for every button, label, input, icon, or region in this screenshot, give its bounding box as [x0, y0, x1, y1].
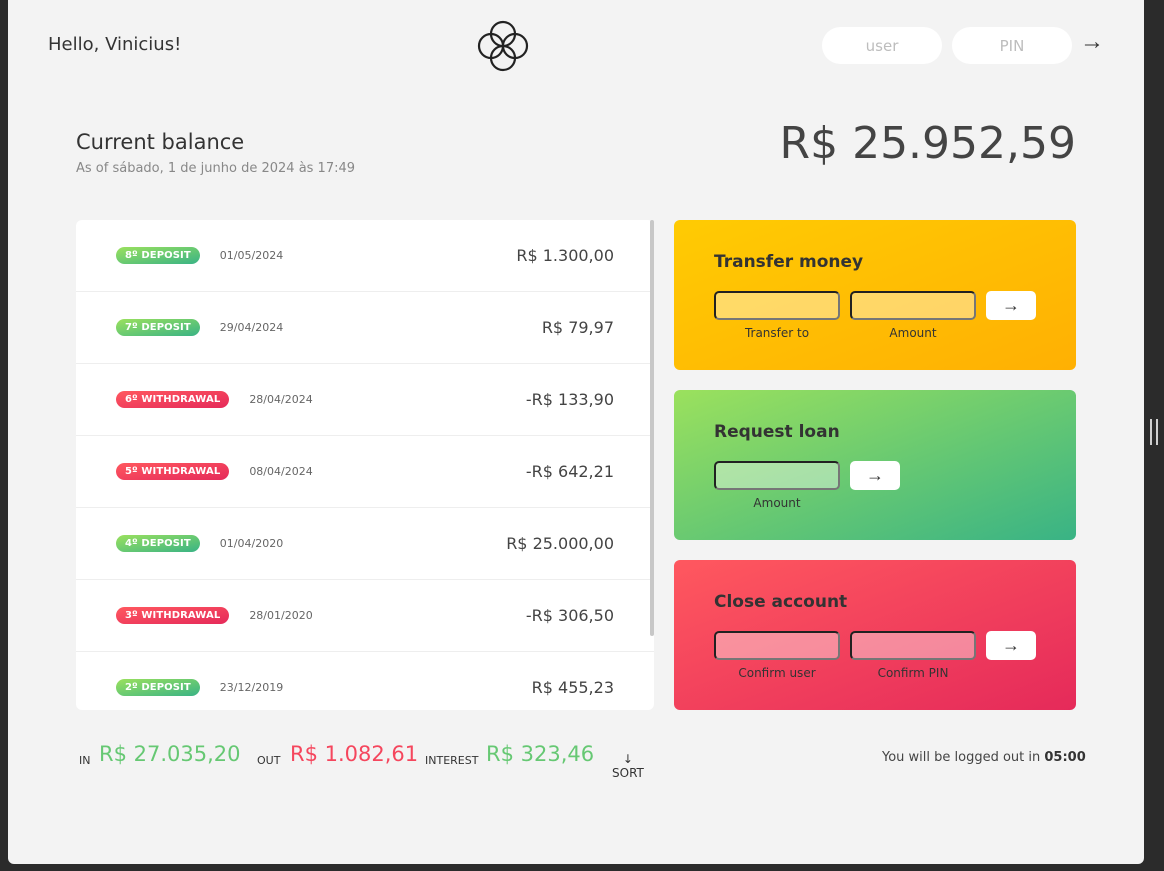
movement-date: 01/05/2024: [219, 249, 284, 262]
transfer-title: Transfer money: [714, 252, 864, 272]
movement-row: 6º WITHDRAWAL 28/04/2024 -R$ 133,90: [76, 364, 654, 436]
movement-value: R$ 79,97: [541, 318, 614, 337]
logout-text: You will be logged out in: [882, 750, 1041, 765]
close-title: Close account: [714, 592, 848, 612]
movement-type-badge: 4º DEPOSIT: [116, 535, 200, 552]
balance-label: Current balance: [76, 130, 245, 154]
arrow-right-icon: →: [1002, 635, 1020, 655]
movement-row: 4º DEPOSIT 01/04/2020 R$ 25.000,00: [76, 508, 654, 580]
movement-date: 28/04/2024: [249, 393, 313, 406]
movement-type-badge: 3º WITHDRAWAL: [116, 607, 230, 624]
movement-date: 29/04/2024: [219, 321, 284, 334]
movement-row: 3º WITHDRAWAL 28/01/2020 -R$ 306,50: [76, 580, 654, 652]
summary-out-label: Out: [257, 754, 281, 767]
movement-value: -R$ 133,90: [525, 390, 614, 409]
summary-interest-label: Interest: [425, 754, 479, 767]
movement-date: 23/12/2019: [219, 681, 284, 694]
movement-type-badge: 8º DEPOSIT: [116, 247, 200, 264]
movement-row: 5º WITHDRAWAL 08/04/2024 -R$ 642,21: [76, 436, 654, 508]
movement-type-badge: 7º DEPOSIT: [116, 319, 200, 336]
summary-in-value: R$ 27.035,20: [99, 742, 241, 766]
movement-row: 8º DEPOSIT 01/05/2024 R$ 1.300,00: [76, 220, 654, 292]
welcome-message: Hello, Vinicius!: [48, 34, 182, 55]
movement-date: 28/01/2020: [249, 609, 313, 622]
movement-type-badge: 6º WITHDRAWAL: [116, 391, 230, 408]
movement-type-badge: 5º WITHDRAWAL: [116, 463, 230, 480]
transfer-button[interactable]: →: [986, 291, 1036, 320]
transfer-to-label: Transfer to: [744, 326, 810, 340]
movement-row: 7º DEPOSIT 29/04/2024 R$ 79,97: [76, 292, 654, 364]
movement-type-badge: 2º DEPOSIT: [116, 679, 200, 696]
arrow-down-icon: ↓: [622, 752, 633, 766]
login-pin-input[interactable]: [952, 27, 1072, 64]
resize-handle[interactable]: [1150, 419, 1158, 445]
movement-date: 08/04/2024: [249, 465, 313, 478]
movement-value: R$ 455,23: [531, 678, 614, 697]
loan-amount-label: Amount: [753, 496, 801, 510]
close-pin-input[interactable]: [850, 631, 976, 660]
logo-icon: [477, 20, 529, 72]
close-card: Close account → Confirm user Confirm PIN: [674, 560, 1076, 710]
summary-in-label: In: [79, 754, 91, 767]
arrow-right-icon: →: [866, 465, 884, 485]
close-user-label: Confirm user: [738, 666, 816, 680]
close-user-input[interactable]: [714, 631, 840, 660]
loan-card: Request loan → Amount: [674, 390, 1076, 540]
movement-value: -R$ 642,21: [525, 462, 614, 481]
logout-time: 05:00: [1044, 750, 1086, 765]
app-window: Hello, Vinicius! → Current balance As of…: [8, 0, 1144, 864]
movements-scrollbar[interactable]: [650, 220, 654, 636]
movement-row: 2º DEPOSIT 23/12/2019 R$ 455,23: [76, 652, 654, 710]
close-button[interactable]: →: [986, 631, 1036, 660]
loan-amount-input[interactable]: [714, 461, 840, 490]
transfer-card: Transfer money → Transfer to Amount: [674, 220, 1076, 370]
sort-label: SORT: [612, 766, 644, 780]
close-pin-label: Confirm PIN: [877, 666, 949, 680]
logout-timer: You will be logged out in 05:00: [882, 750, 1086, 765]
login-button[interactable]: →: [1080, 28, 1104, 56]
summary-out-value: R$ 1.082,61: [290, 742, 419, 766]
movements-list: 8º DEPOSIT 01/05/2024 R$ 1.300,00 7º DEP…: [76, 220, 654, 710]
movement-value: -R$ 306,50: [525, 606, 614, 625]
balance-date: As of sábado, 1 de junho de 2024 às 17:4…: [76, 161, 356, 176]
movement-value: R$ 25.000,00: [506, 534, 614, 553]
login-user-input[interactable]: [822, 27, 942, 64]
loan-title: Request loan: [714, 422, 840, 442]
transfer-amount-label: Amount: [889, 326, 937, 340]
transfer-to-input[interactable]: [714, 291, 840, 320]
sort-button[interactable]: ↓ SORT: [612, 752, 644, 780]
movement-date: 01/04/2020: [219, 537, 284, 550]
movement-value: R$ 1.300,00: [516, 246, 614, 265]
arrow-right-icon: →: [1080, 28, 1104, 55]
arrow-right-icon: →: [1002, 295, 1020, 315]
balance-value: R$ 25.952,59: [779, 118, 1076, 169]
transfer-amount-input[interactable]: [850, 291, 976, 320]
loan-button[interactable]: →: [850, 461, 900, 490]
summary-interest-value: R$ 323,46: [486, 742, 595, 766]
